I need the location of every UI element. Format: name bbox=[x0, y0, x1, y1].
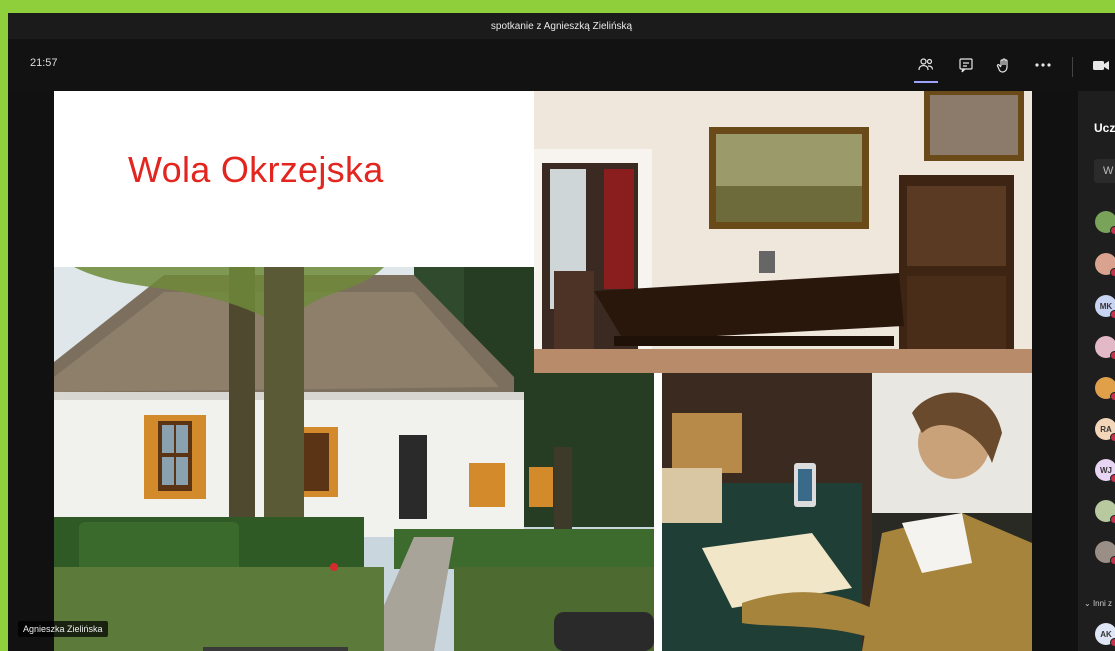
participant-avatar[interactable] bbox=[1095, 377, 1115, 401]
camera-icon[interactable] bbox=[1087, 51, 1115, 79]
participant-avatar[interactable] bbox=[1095, 253, 1115, 277]
meeting-window: spotkanie z Agnieszką Zielińską 21:57 Wo… bbox=[8, 13, 1115, 651]
chat-icon[interactable] bbox=[952, 51, 980, 79]
participant-search-input[interactable]: W bbox=[1094, 159, 1115, 183]
muted-status-icon bbox=[1110, 474, 1115, 483]
title-bar: spotkanie z Agnieszką Zielińską bbox=[8, 13, 1115, 39]
interior-photo bbox=[534, 91, 1032, 373]
muted-status-icon bbox=[1110, 226, 1115, 235]
participant-avatar[interactable] bbox=[1095, 500, 1115, 524]
participant-avatar[interactable] bbox=[1095, 211, 1115, 235]
muted-status-icon bbox=[1110, 268, 1115, 277]
other-participants-section[interactable]: ⌄ Inni z bbox=[1084, 599, 1112, 608]
muted-status-icon bbox=[1110, 433, 1115, 442]
muted-status-icon bbox=[1110, 515, 1115, 524]
muted-status-icon bbox=[1110, 310, 1115, 319]
participant-avatar[interactable]: AK bbox=[1095, 623, 1115, 647]
muted-status-icon bbox=[1110, 351, 1115, 360]
toolbar-divider bbox=[1072, 57, 1073, 77]
participant-avatar[interactable]: RA bbox=[1095, 418, 1115, 442]
muted-status-icon bbox=[1110, 392, 1115, 401]
participants-icon[interactable] bbox=[912, 51, 940, 83]
raise-hand-icon[interactable] bbox=[990, 51, 1018, 79]
participant-avatar[interactable] bbox=[1095, 336, 1115, 360]
meeting-toolbar: 21:57 bbox=[8, 39, 1115, 91]
video-thumbnail-strip[interactable] bbox=[203, 647, 348, 651]
speaker-name-label: Agnieszka Zielińska bbox=[18, 621, 108, 637]
meeting-clock: 21:57 bbox=[30, 57, 58, 69]
participant-avatar[interactable] bbox=[1095, 541, 1115, 565]
chevron-down-icon: ⌄ bbox=[1084, 599, 1091, 608]
participant-avatar[interactable]: MK bbox=[1095, 295, 1115, 319]
slide-title: Wola Okrzejska bbox=[128, 149, 384, 190]
participants-panel: Ucz W MK RA WJ ⌄ Inni z AK bbox=[1078, 91, 1115, 651]
muted-status-icon bbox=[1110, 556, 1115, 565]
more-icon[interactable] bbox=[1029, 51, 1057, 79]
shared-content-stage: Wola Okrzejska bbox=[8, 91, 1078, 651]
meeting-title: spotkanie z Agnieszką Zielińską bbox=[490, 20, 633, 32]
muted-status-icon bbox=[1110, 638, 1115, 647]
participant-avatar[interactable]: WJ bbox=[1095, 459, 1115, 483]
participants-panel-title: Ucz bbox=[1094, 121, 1115, 135]
actor-photo bbox=[662, 373, 1032, 651]
presentation-slide: Wola Okrzejska bbox=[54, 91, 1032, 651]
